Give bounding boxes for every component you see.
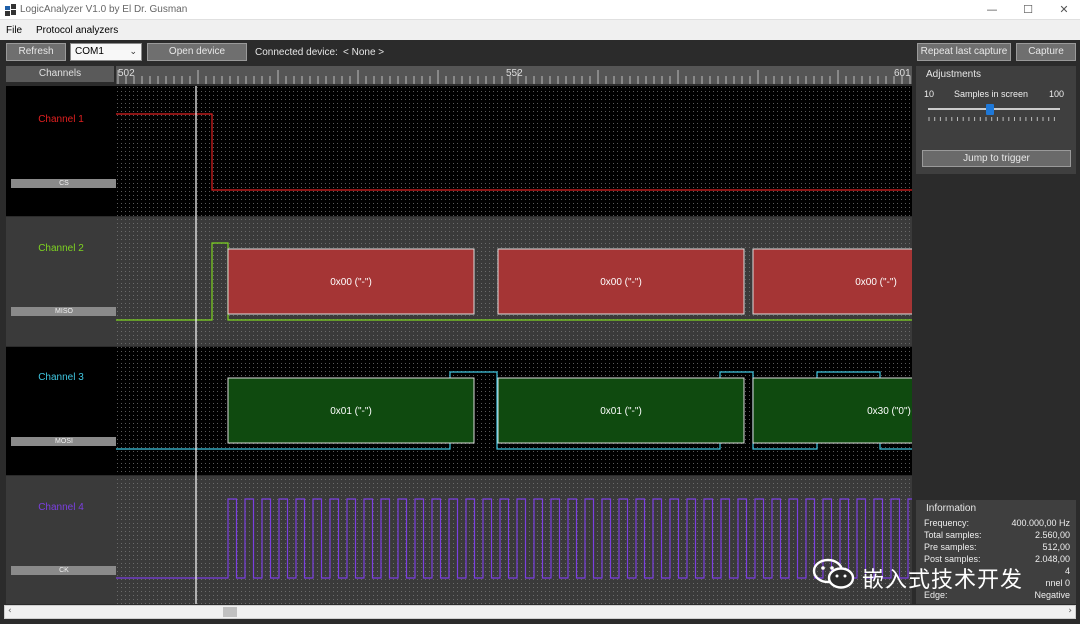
mosi-frame-3-label: 0x30 ("0") [867,406,911,417]
watermark: 嵌入式技术开发 [812,556,1052,593]
samples-slider-thumb[interactable] [986,104,994,115]
miso-frame-2[interactable]: 0x00 ("-") [497,248,745,315]
repeat-last-capture-button[interactable]: Repeat last capture [917,43,1011,61]
channel-4-track [116,476,912,604]
trace-area[interactable]: 0x00 ("-") 0x00 ("-") 0x00 ("-") 0x01 ("… [116,86,924,604]
channel-3-label-panel: Channel 3 MOSI [6,347,117,475]
info-key: Total samples: [924,530,982,540]
wechat-icon [812,558,855,589]
ruler-label-end: 601 [894,68,911,79]
channels-header: Channels [6,66,114,82]
channel-4-name[interactable]: Channel 4 [6,502,116,513]
menu-bar: File Protocol analyzers [0,21,1080,40]
port-select[interactable]: COM1 ⌄ [70,43,142,61]
mosi-frame-1[interactable]: 0x01 ("-") [227,377,475,444]
scroll-right-icon[interactable]: › [1068,606,1072,616]
channel-1-tag: CS [11,179,117,188]
menu-file[interactable]: File [6,25,22,36]
mosi-frame-1-label: 0x01 ("-") [330,406,372,417]
channel-2-name[interactable]: Channel 2 [6,243,116,254]
watermark-text: 嵌入式技术开发 [862,568,1024,593]
info-value: 4 [1064,566,1070,576]
channel-1-track [116,86,912,216]
close-icon[interactable]: ✕ [1044,0,1080,20]
samples-in-screen-label: Samples in screen [954,89,1029,99]
channel-3-tag: MOSI [11,437,117,446]
channel-4-tag: CK [11,566,117,575]
channel-1-name[interactable]: Channel 1 [6,114,116,125]
menu-protocol-analyzers[interactable]: Protocol analyzers [36,25,118,36]
miso-frame-2-label: 0x00 ("-") [600,277,642,288]
mosi-frame-2-label: 0x01 ("-") [600,406,642,417]
miso-frame-3[interactable]: 0x00 ("-") [752,248,924,315]
ruler-label-start: 502 [118,68,135,79]
channel-2-tag: MISO [11,307,117,316]
info-value: 400.000,00 Hz [1011,518,1070,528]
channel-4-label-panel: Channel 4 CK [6,476,117,604]
samples-min-label: 10 [924,89,935,99]
info-value: 2.560,00 [1034,530,1070,540]
window-title: LogicAnalyzer V1.0 by El Dr. Gusman [20,4,188,15]
channel-3-name[interactable]: Channel 3 [6,372,116,383]
scrollbar-thumb[interactable] [223,607,237,617]
channel-1-label-panel: Channel 1 CS [6,86,117,216]
horizontal-scrollbar[interactable]: ‹ › [4,605,1076,619]
ruler-label-mid: 552 [506,68,523,79]
app-icon [5,4,16,16]
mosi-frame-3[interactable]: 0x30 ("0") [752,377,924,444]
port-value: COM1 [75,46,104,57]
samples-slider-ticks [928,117,1055,121]
chevron-down-icon: ⌄ [129,47,137,57]
connected-device-label: Connected device: [255,47,338,58]
scroll-left-icon[interactable]: ‹ [8,606,12,616]
info-value: 512,00 [1042,542,1070,552]
capture-button[interactable]: Capture [1016,43,1076,61]
info-key: Pre samples: [924,542,977,552]
maximize-icon[interactable]: ☐ [1008,0,1048,20]
connected-device-value: < None > [343,47,385,58]
miso-frame-1[interactable]: 0x00 ("-") [227,248,475,315]
refresh-button[interactable]: Refresh [6,43,66,61]
minimize-icon[interactable]: — [972,0,1012,20]
miso-frame-1-label: 0x00 ("-") [330,277,372,288]
adjustments-title: Adjustments [926,69,982,80]
waveform-canvas: 0x00 ("-") 0x00 ("-") 0x00 ("-") 0x01 ("… [116,86,924,604]
info-key: Frequency: [924,518,970,528]
mosi-frame-2[interactable]: 0x01 ("-") [497,377,745,444]
samples-max-label: 100 [1049,89,1065,99]
adjustments-panel: Adjustments 10 Samples in screen 100 Jum… [916,66,1076,174]
miso-frame-3-label: 0x00 ("-") [855,277,897,288]
jump-to-trigger-button[interactable]: Jump to trigger [922,150,1071,167]
open-device-button[interactable]: Open device [147,43,247,61]
samples-slider-track[interactable] [928,108,1060,110]
channel-2-label-panel: Channel 2 MISO [6,217,117,346]
information-title: Information [926,503,977,514]
title-bar: LogicAnalyzer V1.0 by El Dr. Gusman — ☐ … [0,0,1080,20]
